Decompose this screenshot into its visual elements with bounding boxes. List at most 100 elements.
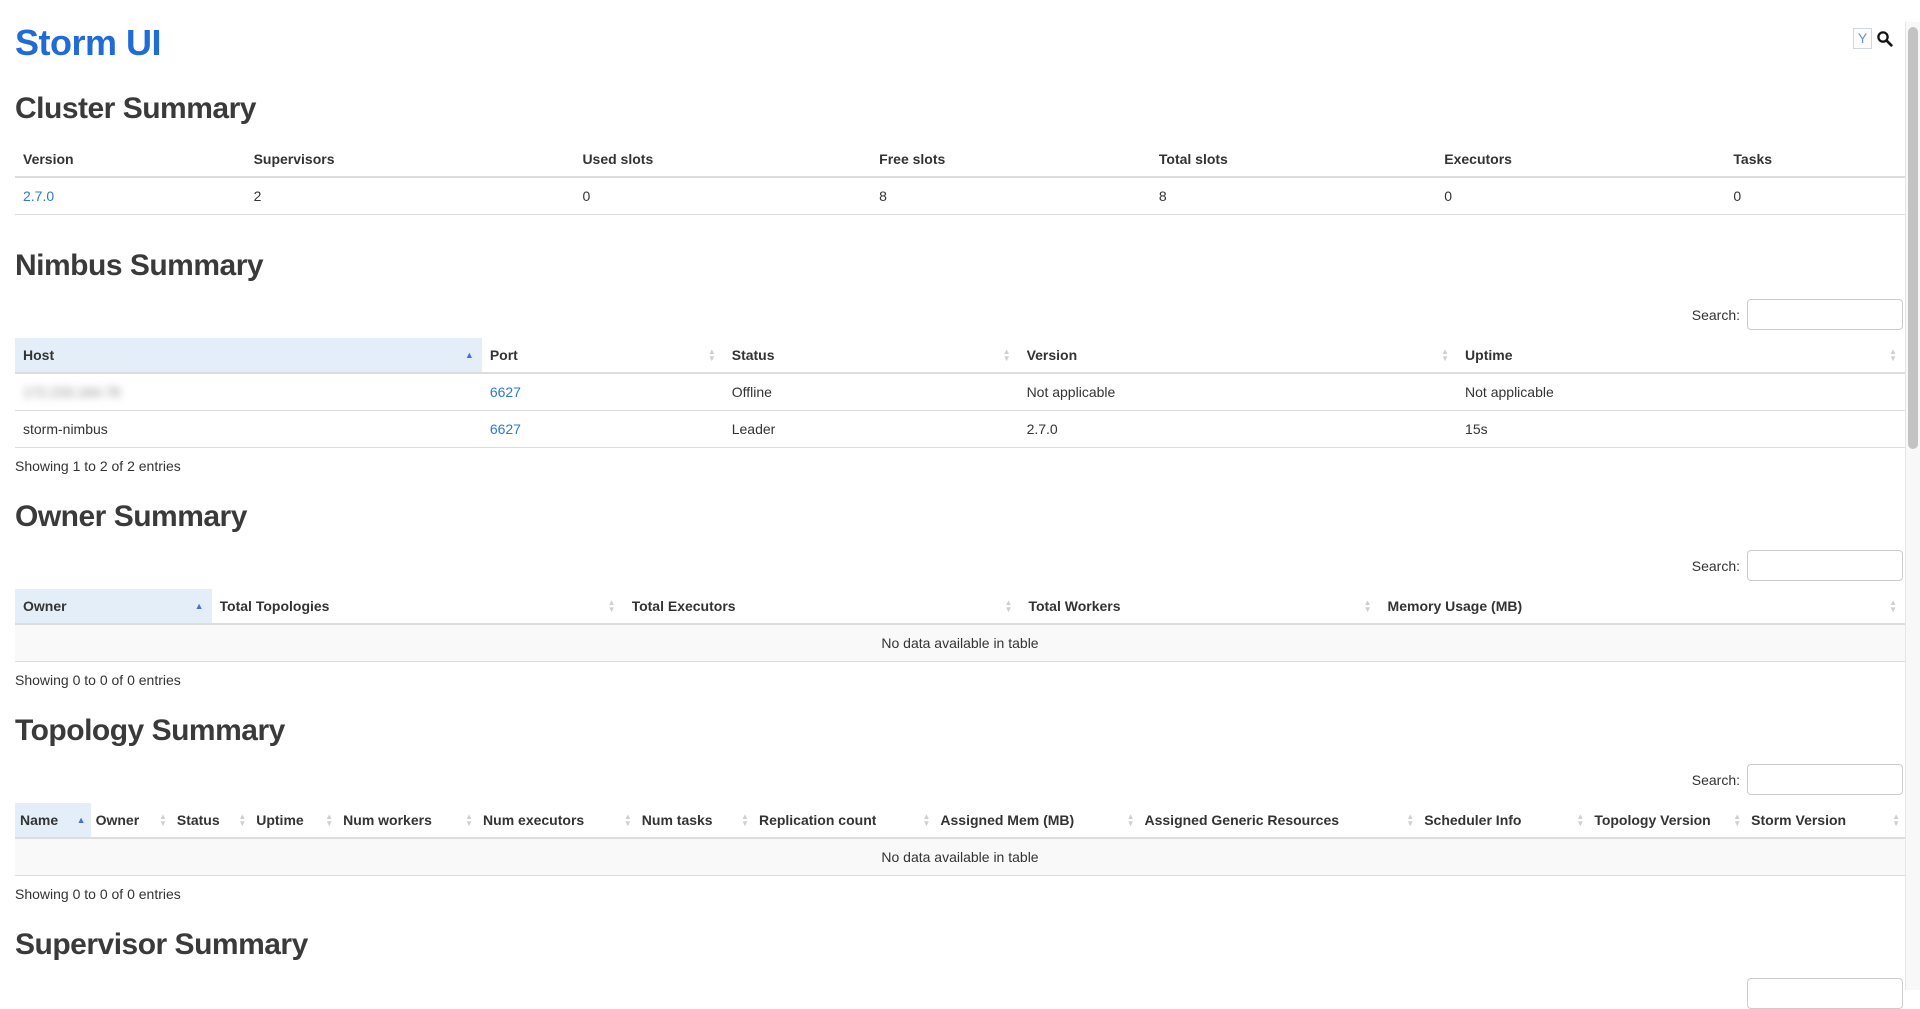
column-header-owner[interactable]: Owner ▲▼ [91,803,172,838]
sort-asc-icon: ▲ [77,816,86,825]
topology-search-label: Search: [1692,772,1740,788]
column-header-uptime[interactable]: Uptime ▲▼ [251,803,338,838]
page-title[interactable]: Storm UI [15,22,1905,64]
sort-icon: ▲▼ [1441,348,1449,362]
cluster-summary-table: Version Supervisors Used slots Free slot… [15,142,1905,215]
topology-summary-heading: Topology Summary [15,714,1905,748]
nimbus-search-label: Search: [1692,307,1740,323]
column-header-uptime[interactable]: Uptime ▲▼ [1457,338,1905,373]
nimbus-port-link[interactable]: 6627 [490,421,521,437]
column-header-version[interactable]: Version ▲▼ [1019,338,1457,373]
nimbus-status-value: Leader [724,411,1019,448]
owner-search: Search: [15,550,1903,581]
topology-search: Search: [15,764,1903,795]
nimbus-uptime-value: Not applicable [1457,373,1905,411]
sort-icon: ▲▼ [1892,813,1900,827]
column-header-host[interactable]: Host ▲ [15,338,482,373]
nimbus-uptime-value: 15s [1457,411,1905,448]
cluster-free-slots-value: 8 [871,177,1151,215]
nimbus-header-row: Host ▲ Port ▲▼ Status ▲▼ Version ▲▼ Upti… [15,338,1905,373]
sort-icon: ▲▼ [238,813,246,827]
sort-icon: ▲▼ [624,813,632,827]
topology-header-row: Name ▲ Owner ▲▼ Status ▲▼ Uptime ▲▼ Num … [15,803,1905,838]
cluster-summary-heading: Cluster Summary [15,92,1905,126]
column-header-storm-version[interactable]: Storm Version ▲▼ [1746,803,1905,838]
nimbus-host-value: storm-nimbus [15,411,482,448]
page-scrollbar-track[interactable] [1905,22,1920,990]
cluster-data-row: 2.7.0 2 0 8 8 0 0 [15,177,1905,215]
owner-entries-info: Showing 0 to 0 of 0 entries [15,672,1905,688]
owner-empty-row: No data available in table [15,624,1905,662]
sort-icon: ▲▼ [1003,348,1011,362]
cluster-version-link[interactable]: 2.7.0 [23,188,54,204]
column-header-name[interactable]: Name ▲ [15,803,91,838]
column-header-topology-version[interactable]: Topology Version ▲▼ [1589,803,1746,838]
owner-search-label: Search: [1692,558,1740,574]
cluster-header-row: Version Supervisors Used slots Free slot… [15,142,1905,177]
topology-summary-table: Name ▲ Owner ▲▼ Status ▲▼ Uptime ▲▼ Num … [15,803,1905,876]
column-header-num-executors[interactable]: Num executors ▲▼ [478,803,637,838]
column-header-memory-usage[interactable]: Memory Usage (MB) ▲▼ [1380,589,1905,624]
column-header-version: Version [15,142,246,177]
column-header-free-slots: Free slots [871,142,1151,177]
supervisor-summary-heading: Supervisor Summary [15,928,1905,962]
column-header-status[interactable]: Status ▲▼ [724,338,1019,373]
quick-filter-input[interactable]: Y [1853,28,1872,49]
column-header-assigned-mem[interactable]: Assigned Mem (MB) ▲▼ [935,803,1139,838]
owner-search-input[interactable] [1747,550,1903,581]
topology-entries-info: Showing 0 to 0 of 0 entries [15,886,1905,902]
owner-summary-heading: Owner Summary [15,500,1905,534]
sort-icon: ▲▼ [325,813,333,827]
page-scrollbar-thumb[interactable] [1908,27,1918,449]
sort-asc-icon: ▲ [195,602,204,611]
sort-icon: ▲▼ [1576,813,1584,827]
nimbus-row: storm-nimbus 6627 Leader 2.7.0 15s [15,411,1905,448]
sort-icon: ▲▼ [1406,813,1414,827]
sort-icon: ▲▼ [465,813,473,827]
cluster-tasks-value: 0 [1725,177,1905,215]
sort-icon: ▲▼ [608,599,616,613]
sort-icon: ▲▼ [159,813,167,827]
column-header-status[interactable]: Status ▲▼ [172,803,251,838]
nimbus-host-redacted: 172.233.164.78 [23,384,120,400]
column-header-scheduler-info[interactable]: Scheduler Info ▲▼ [1419,803,1589,838]
nimbus-version-value: 2.7.0 [1019,411,1457,448]
supervisor-search [15,978,1903,1009]
topology-empty-row: No data available in table [15,838,1905,876]
column-header-port[interactable]: Port ▲▼ [482,338,724,373]
column-header-total-topologies[interactable]: Total Topologies ▲▼ [212,589,624,624]
column-header-tasks: Tasks [1725,142,1905,177]
sort-icon: ▲▼ [741,813,749,827]
column-header-num-workers[interactable]: Num workers ▲▼ [338,803,478,838]
nimbus-entries-info: Showing 1 to 2 of 2 entries [15,458,1905,474]
sort-icon: ▲▼ [1005,599,1013,613]
column-header-executors: Executors [1436,142,1725,177]
column-header-total-workers[interactable]: Total Workers ▲▼ [1020,589,1379,624]
sort-asc-icon: ▲ [465,351,474,360]
column-header-total-slots: Total slots [1151,142,1436,177]
owner-summary-table: Owner ▲ Total Topologies ▲▼ Total Execut… [15,589,1905,662]
column-header-replication-count[interactable]: Replication count ▲▼ [754,803,935,838]
sort-icon: ▲▼ [1889,348,1897,362]
search-icon[interactable] [1876,30,1894,48]
storm-ui-page: Storm UI Cluster Summary Version Supervi… [0,22,1920,1009]
column-header-assigned-generic-resources[interactable]: Assigned Generic Resources ▲▼ [1140,803,1420,838]
nimbus-summary-heading: Nimbus Summary [15,249,1905,283]
column-header-owner[interactable]: Owner ▲ [15,589,212,624]
empty-table-message: No data available in table [15,624,1905,662]
nimbus-port-link[interactable]: 6627 [490,384,521,400]
topology-search-input[interactable] [1747,764,1903,795]
sort-icon: ▲▼ [922,813,930,827]
sort-icon: ▲▼ [1733,813,1741,827]
supervisor-search-input[interactable] [1747,978,1903,1009]
nimbus-search-input[interactable] [1747,299,1903,330]
column-header-num-tasks[interactable]: Num tasks ▲▼ [637,803,754,838]
owner-header-row: Owner ▲ Total Topologies ▲▼ Total Execut… [15,589,1905,624]
cluster-total-slots-value: 8 [1151,177,1436,215]
nimbus-search: Search: [15,299,1903,330]
sort-icon: ▲▼ [1889,599,1897,613]
nimbus-status-value: Offline [724,373,1019,411]
column-header-total-executors[interactable]: Total Executors ▲▼ [624,589,1021,624]
sort-icon: ▲▼ [1127,813,1135,827]
sort-icon: ▲▼ [1364,599,1372,613]
